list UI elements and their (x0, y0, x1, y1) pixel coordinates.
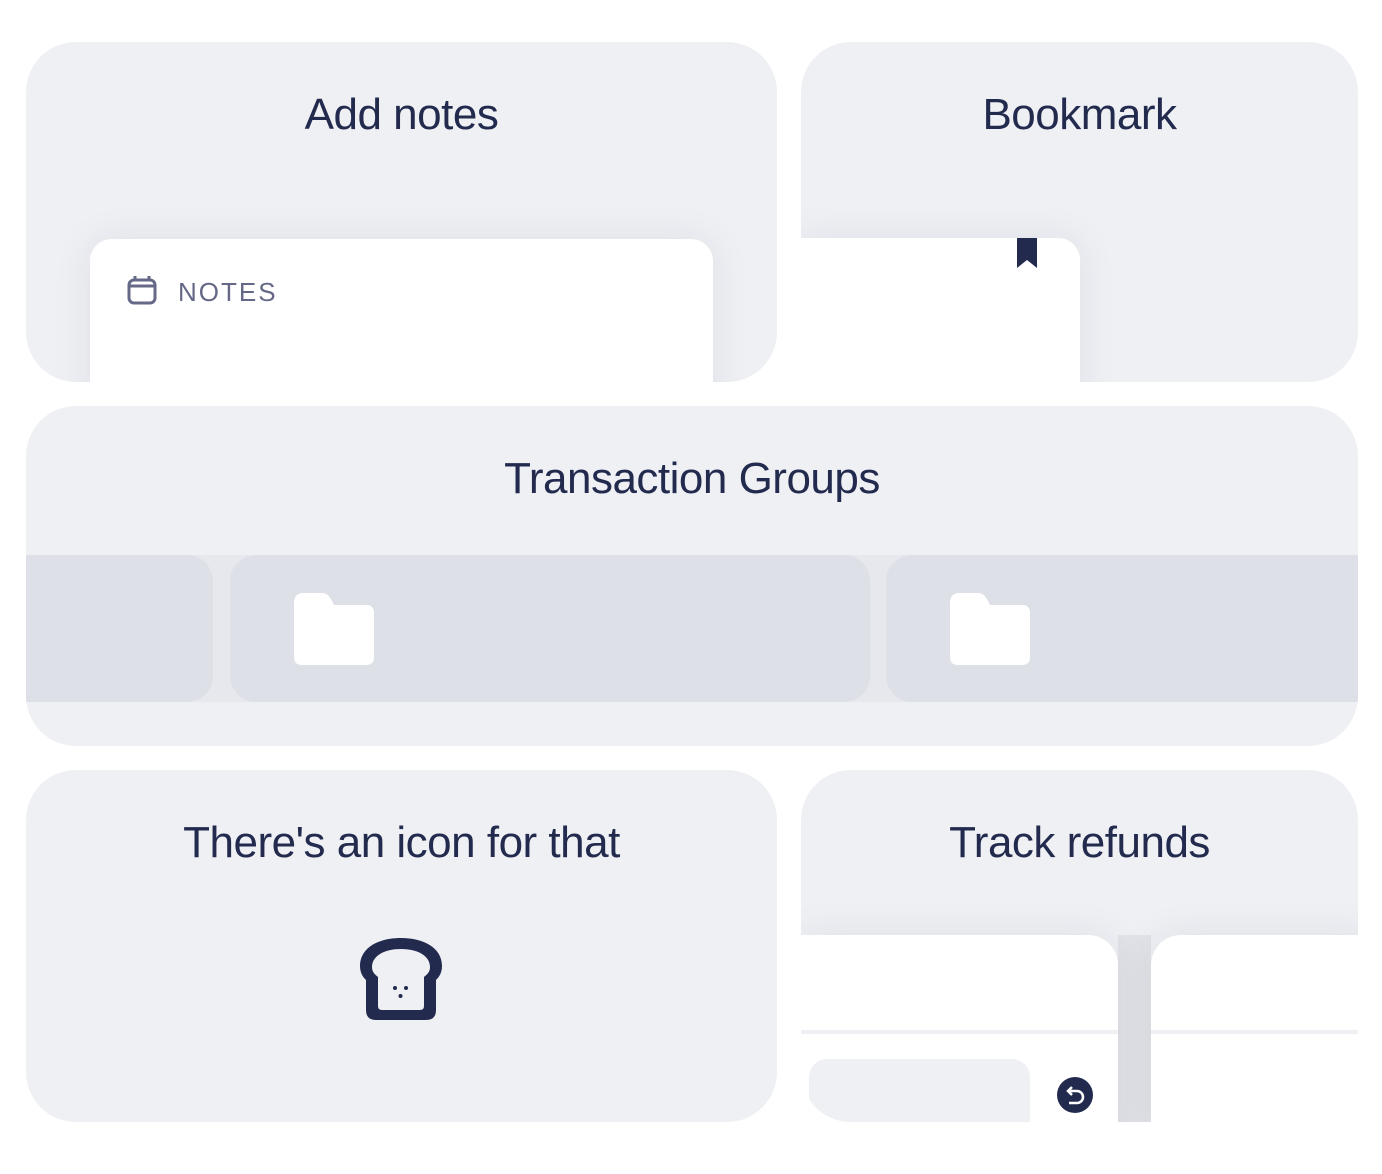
bookmark-panel (801, 238, 1080, 382)
refund-panel-right (1151, 935, 1358, 1122)
group-tile[interactable] (230, 555, 870, 702)
bookmark-card: Bookmark (801, 42, 1358, 382)
refund-panel (801, 935, 1118, 1122)
divider (801, 1030, 1118, 1034)
card-title: Add notes (304, 90, 499, 139)
card-title: There's an icon for that (183, 818, 620, 867)
icon-card: There's an icon for that (26, 770, 777, 1122)
divider (1151, 1030, 1358, 1034)
card-title: Track refunds (949, 818, 1210, 867)
card-title: Bookmark (982, 90, 1177, 139)
toast-icon (360, 938, 442, 1020)
add-notes-card: Add notes NOTES (26, 42, 777, 382)
track-refunds-card: Track refunds (801, 770, 1358, 1122)
card-title: Transaction Groups (504, 454, 880, 503)
group-tile[interactable] (886, 555, 1358, 702)
notes-panel: NOTES (90, 239, 713, 382)
refund-icon[interactable] (1057, 1077, 1093, 1113)
notes-label: NOTES (178, 277, 278, 307)
calendar-icon (127, 276, 157, 305)
transaction-groups-card: Transaction Groups (26, 406, 1358, 746)
folder-icon (950, 593, 1030, 665)
group-tile[interactable] (26, 555, 213, 702)
placeholder-pill (809, 1059, 1030, 1122)
bookmark-icon[interactable] (1017, 238, 1037, 270)
folder-icon (294, 593, 374, 665)
gap-divider (1118, 935, 1151, 1122)
